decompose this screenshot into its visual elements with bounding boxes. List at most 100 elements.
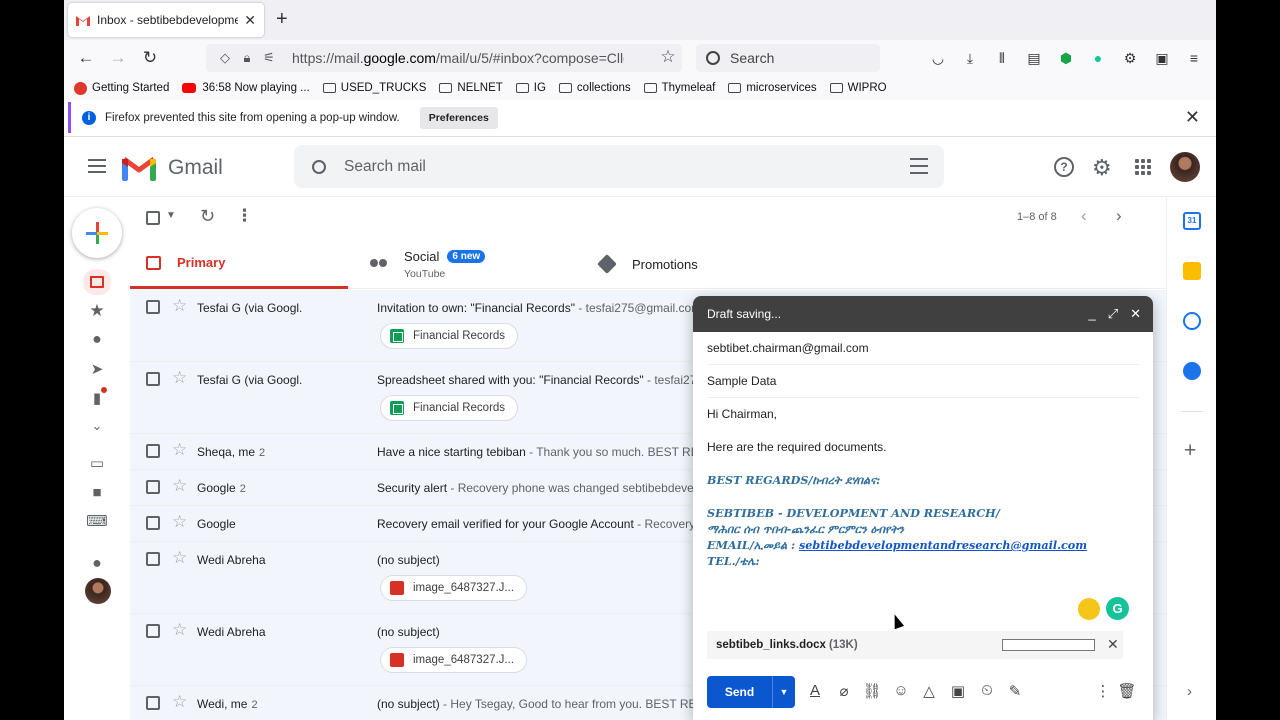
hangouts-avatar[interactable] <box>85 578 111 604</box>
star-icon[interactable]: ☆ <box>172 548 187 568</box>
star-icon[interactable]: ☆ <box>172 512 187 532</box>
starred-icon[interactable]: ★ <box>86 300 108 322</box>
bookmark-star-icon[interactable]: ☆ <box>654 47 682 67</box>
attachment-chip[interactable]: image_6487327.J... <box>380 647 528 673</box>
row-checkbox[interactable] <box>146 696 160 710</box>
new-tab-icon[interactable]: + <box>276 8 288 31</box>
calendar-icon[interactable]: 31 <box>1183 212 1201 230</box>
bookmark-youtube[interactable]: 36:58 Now playing ... <box>182 82 310 94</box>
attachment-chip[interactable]: Financial Records <box>380 323 519 349</box>
minimize-icon[interactable]: _ <box>1088 306 1095 322</box>
select-all-checkbox[interactable] <box>146 211 160 225</box>
search-icon[interactable] <box>312 159 326 174</box>
to-field[interactable]: sebtibet.chairman@gmail.com <box>707 332 1139 365</box>
main-menu-icon[interactable] <box>88 159 106 173</box>
emoji-icon[interactable] <box>1078 598 1100 620</box>
settings-gear-icon[interactable]: ⚙ <box>1092 155 1112 181</box>
bookmark-ig[interactable]: IG <box>515 82 546 94</box>
row-checkbox[interactable] <box>146 300 160 314</box>
adblock-icon[interactable]: ⬢ <box>1050 42 1082 74</box>
hangouts-icon[interactable]: ● <box>86 553 108 575</box>
signature-email-link[interactable]: sebtibebdevelopmentandresearch@gmail.com <box>799 538 1087 552</box>
attach-file-icon[interactable]: ⌀ <box>834 682 854 700</box>
pocket-icon[interactable]: ◡ <box>922 42 954 74</box>
close-tab-icon[interactable]: ✕ <box>244 12 256 29</box>
bookmark-collections[interactable]: collections <box>558 82 631 94</box>
star-icon[interactable]: ☆ <box>172 368 187 388</box>
signature-pen-icon[interactable]: ✎ <box>1005 682 1025 700</box>
star-icon[interactable]: ☆ <box>172 440 187 460</box>
send-button[interactable]: Send ▼ <box>707 676 795 708</box>
back-icon[interactable]: ← <box>70 42 102 74</box>
close-icon[interactable]: ✕ <box>1130 306 1141 322</box>
compose-body[interactable]: Hi Chairman, Here are the required docum… <box>693 398 1153 569</box>
browser-search-bar[interactable]: Search <box>696 44 880 72</box>
keep-icon[interactable] <box>1183 262 1201 280</box>
help-icon[interactable]: ? <box>1054 157 1074 177</box>
browser-tab[interactable]: Inbox - sebtibebdevelopmentan ✕ <box>68 3 264 37</box>
row-checkbox[interactable] <box>146 552 160 566</box>
compose-button[interactable] <box>72 208 122 258</box>
bookmark-microservices[interactable]: microservices <box>728 82 817 94</box>
sidebar-icon[interactable]: ▤ <box>1018 42 1050 74</box>
search-options-icon[interactable] <box>910 158 928 174</box>
meet-video-icon[interactable]: ■ <box>86 481 108 503</box>
drafts-icon[interactable]: ▮ <box>86 387 108 409</box>
attachment-chip[interactable]: image_6487327.J... <box>380 575 528 601</box>
expand-panel-icon[interactable]: › <box>1187 683 1192 700</box>
sent-icon[interactable]: ➤ <box>86 358 108 380</box>
row-checkbox[interactable] <box>146 516 160 530</box>
grammarly-icon[interactable]: G <box>1106 597 1129 620</box>
account-avatar[interactable] <box>1170 152 1200 182</box>
preferences-button[interactable]: Preferences <box>419 106 498 129</box>
close-icon[interactable]: ✕ <box>1185 107 1200 128</box>
bookmark-thymeleaf[interactable]: Thymeleaf <box>643 82 715 94</box>
prev-page-icon[interactable]: ‹ <box>1081 206 1087 226</box>
url-bar[interactable]: ◇ 🔒︎ ⚟ https://mail.google.com/mail/u/5/… <box>206 44 682 72</box>
library-icon[interactable]: ⫴ <box>986 42 1018 74</box>
remove-attachment-icon[interactable]: ✕ <box>1107 636 1119 653</box>
subject-field[interactable]: Sample Data <box>707 365 1139 398</box>
gmail-search-bar[interactable]: Search mail <box>294 145 944 188</box>
more-chevron-down-icon[interactable]: ⌄ <box>86 415 108 437</box>
tab-primary[interactable]: Primary <box>130 239 348 289</box>
star-icon[interactable]: ☆ <box>172 620 187 640</box>
tab-promotions[interactable]: Promotions <box>597 239 820 289</box>
inbox-icon[interactable] <box>83 269 111 295</box>
meet-new-meeting-icon[interactable]: ▭ <box>86 452 108 474</box>
forward-icon[interactable]: → <box>102 42 134 74</box>
more-options-icon[interactable]: ⋮ <box>236 206 253 226</box>
tasks-icon[interactable] <box>1183 312 1201 330</box>
row-checkbox[interactable] <box>146 624 160 638</box>
insert-link-icon[interactable]: ⛓ <box>862 682 882 700</box>
drive-icon[interactable]: △ <box>919 682 939 700</box>
formatting-icon[interactable]: A <box>805 682 825 699</box>
downloads-icon[interactable]: ⤓ <box>954 42 986 74</box>
grammarly-extension-icon[interactable]: ● <box>1082 42 1114 74</box>
tab-social[interactable]: Social 6 new YouTube <box>370 239 590 289</box>
row-checkbox[interactable] <box>146 444 160 458</box>
insert-photo-icon[interactable]: ▣ <box>948 682 968 700</box>
insert-emoji-icon[interactable]: ☺ <box>891 682 911 699</box>
container-icon[interactable]: ▣ <box>1146 42 1178 74</box>
shield-icon[interactable]: ◇ <box>214 50 236 66</box>
reload-icon[interactable]: ↻ <box>134 42 166 74</box>
bookmark-getting-started[interactable]: Getting Started <box>74 81 169 95</box>
keyboard-icon[interactable]: ⌨ <box>86 510 108 532</box>
confidential-mode-icon[interactable]: ⏲ <box>977 682 997 699</box>
attachment-chip[interactable]: Financial Records <box>380 395 519 421</box>
extension-gear-icon[interactable]: ⚙ <box>1114 42 1146 74</box>
bookmark-used-trucks[interactable]: USED_TRUCKS <box>322 82 426 94</box>
contacts-icon[interactable] <box>1183 362 1201 380</box>
fullscreen-icon[interactable]: ⤢ <box>1108 306 1118 322</box>
bookmark-nelnet[interactable]: NELNET <box>439 82 503 94</box>
more-options-icon[interactable]: ⋮ <box>1093 682 1113 700</box>
discard-trash-icon[interactable]: 🗑︎ <box>1117 682 1137 700</box>
select-dropdown-icon[interactable]: ▼ <box>166 210 176 221</box>
google-apps-icon[interactable] <box>1135 159 1151 175</box>
next-page-icon[interactable]: › <box>1116 206 1122 226</box>
star-icon[interactable]: ☆ <box>172 476 187 496</box>
add-addon-icon[interactable]: + <box>1184 439 1196 463</box>
permissions-icon[interactable]: ⚟ <box>258 50 280 66</box>
star-icon[interactable]: ☆ <box>172 296 187 316</box>
